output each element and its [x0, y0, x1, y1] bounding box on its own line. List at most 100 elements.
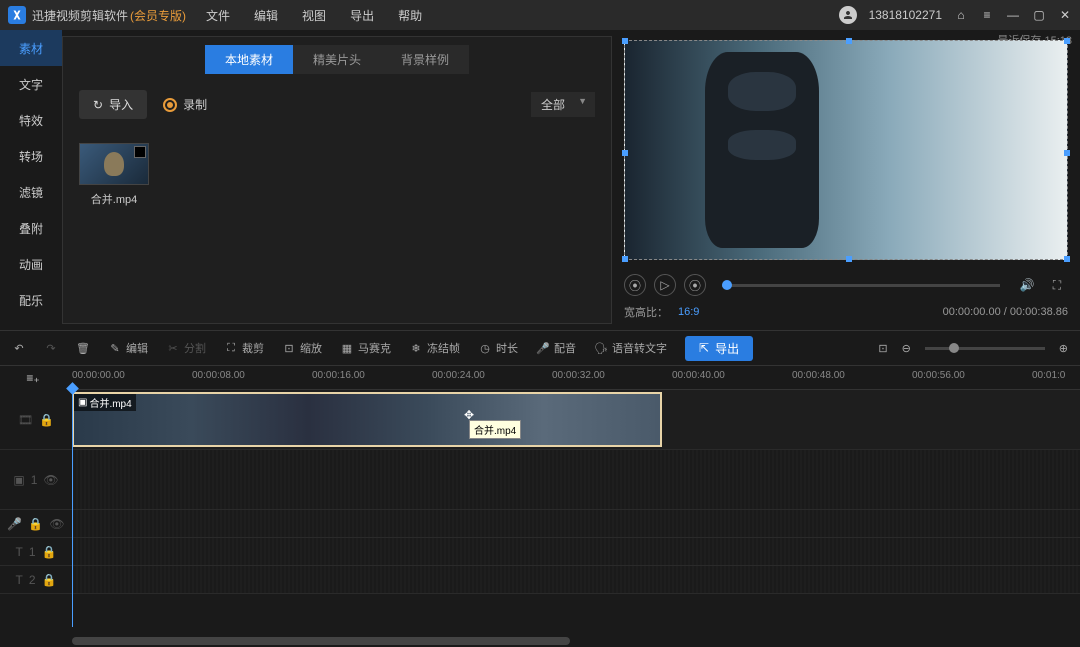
eye-icon[interactable]: 👁	[43, 473, 58, 487]
timeline-clip[interactable]: ▣合并.mp4 ✥ 合并.mp4	[72, 392, 662, 447]
video-track: 🎞🔒 ▣合并.mp4 ✥ 合并.mp4	[0, 390, 1080, 450]
film-icon: 🎞	[18, 413, 33, 427]
sidebar-item-filter[interactable]: 滤镜	[0, 174, 62, 210]
lock-icon[interactable]: 🔒	[28, 517, 43, 531]
mosaic-button[interactable]: ▦马赛克	[340, 340, 391, 356]
eye-icon[interactable]: 👁	[49, 517, 64, 531]
export-button[interactable]: ⇱导出	[685, 336, 753, 361]
prev-frame-button[interactable]: ⦿	[624, 274, 646, 296]
ruler-tick: 00:00:48.00	[792, 370, 845, 381]
minimize-button[interactable]: —	[1006, 8, 1020, 22]
maximize-button[interactable]: ▢	[1032, 8, 1046, 22]
edit-button[interactable]: ✎编辑	[108, 340, 148, 356]
record-label: 录制	[183, 96, 207, 113]
record-radio-icon	[163, 98, 177, 112]
preview-panel: ⦿ ▷ ⦿ 🔊 ⛶ 宽高比： 16:9 00:00:00.00 / 00:00:…	[612, 30, 1080, 330]
app-logo	[8, 6, 26, 24]
menu-help[interactable]: 帮助	[398, 7, 422, 24]
ratio-value[interactable]: 16:9	[678, 306, 699, 318]
timeline: ≡₊ 00:00:00.00 00:00:08.00 00:00:16.00 0…	[0, 366, 1080, 647]
user-id[interactable]: 13818102271	[869, 8, 942, 22]
record-toggle[interactable]: 录制	[163, 96, 207, 113]
preview-canvas[interactable]	[624, 40, 1068, 260]
ratio-label: 宽高比：	[624, 304, 668, 320]
import-button[interactable]: ↻ 导入	[79, 90, 147, 119]
menu-bar: 文件 编辑 视图 导出 帮助	[206, 7, 422, 24]
ruler-tick: 00:00:24.00	[432, 370, 485, 381]
text-track-1: T1🔒	[0, 538, 1080, 566]
hamburger-icon[interactable]: ≡	[980, 8, 994, 22]
ruler-tick: 00:00:00.00	[72, 370, 125, 381]
track-head-audio[interactable]: 🎤 🔒 👁	[0, 510, 72, 537]
lock-icon[interactable]: 🔒	[39, 413, 54, 427]
freeze-button[interactable]: ❄冻结帧	[409, 340, 460, 356]
lock-icon[interactable]: 🔒	[42, 573, 57, 587]
import-icon: ↻	[93, 98, 103, 112]
audio-track: 🎤 🔒 👁	[0, 510, 1080, 538]
ruler-tick: 00:00:32.00	[552, 370, 605, 381]
zoom-out-button[interactable]: ⊖	[902, 342, 911, 355]
fullscreen-icon[interactable]: ⛶	[1046, 274, 1068, 296]
lock-icon[interactable]: 🔒	[42, 545, 57, 559]
timeline-toolbar: ↶ ↷ 🗑 ✎编辑 ✂分割 ⛶裁剪 ⊡缩放 ▦马赛克 ❄冻结帧 ◷时长 🎤配音 …	[0, 330, 1080, 366]
add-track-button[interactable]: ≡₊	[20, 368, 46, 388]
menu-file[interactable]: 文件	[206, 7, 230, 24]
preview-progress[interactable]	[722, 284, 1000, 287]
track-head-text2[interactable]: T2🔒	[0, 566, 72, 593]
ruler-tick: 00:00:16.00	[312, 370, 365, 381]
next-frame-button[interactable]: ⦿	[684, 274, 706, 296]
menu-view[interactable]: 视图	[302, 7, 326, 24]
menu-export[interactable]: 导出	[350, 7, 374, 24]
play-button[interactable]: ▷	[654, 274, 676, 296]
track-head-text1[interactable]: T1🔒	[0, 538, 72, 565]
ruler-tick: 00:01:0	[1032, 370, 1065, 381]
sidebar: 素材 文字 特效 转场 滤镜 叠附 动画 配乐	[0, 30, 62, 330]
redo-button[interactable]: ↷	[44, 341, 58, 355]
delete-button[interactable]: 🗑	[76, 341, 90, 355]
ruler-tick: 00:00:08.00	[192, 370, 245, 381]
media-thumbnail	[79, 143, 149, 185]
undo-button[interactable]: ↶	[12, 341, 26, 355]
horizontal-scrollbar[interactable]	[72, 635, 1068, 647]
close-button[interactable]: ✕	[1058, 8, 1072, 22]
track-head-overlay[interactable]: ▣1👁	[0, 450, 72, 509]
media-tab-background[interactable]: 背景样例	[381, 45, 469, 74]
split-button[interactable]: ✂分割	[166, 340, 206, 356]
playhead[interactable]	[72, 390, 73, 627]
zoom-slider[interactable]	[925, 347, 1045, 350]
overlay-track: ▣1👁	[0, 450, 1080, 510]
timeline-ruler[interactable]: 00:00:00.00 00:00:08.00 00:00:16.00 00:0…	[72, 366, 1080, 390]
titlebar: 迅捷视频剪辑软件 (会员专版) 文件 编辑 视图 导出 帮助 138181022…	[0, 0, 1080, 30]
media-tab-intro[interactable]: 精美片头	[293, 45, 381, 74]
home-icon[interactable]: ⌂	[954, 8, 968, 22]
sidebar-item-media[interactable]: 素材	[0, 30, 62, 66]
layer-icon: ▣	[13, 473, 24, 487]
filter-dropdown[interactable]: 全部	[531, 92, 595, 117]
sidebar-item-effects[interactable]: 特效	[0, 102, 62, 138]
volume-icon[interactable]: 🔊	[1016, 274, 1038, 296]
sidebar-item-text[interactable]: 文字	[0, 66, 62, 102]
crop-button[interactable]: ⛶裁剪	[224, 340, 264, 356]
sidebar-item-music[interactable]: 配乐	[0, 282, 62, 318]
text-icon: T	[16, 573, 23, 587]
fit-button[interactable]: ⊡	[878, 342, 887, 355]
stt-button[interactable]: 🗣语音转文字	[594, 340, 667, 356]
media-item[interactable]: 合并.mp4	[79, 143, 149, 207]
media-tab-local[interactable]: 本地素材	[205, 45, 293, 74]
media-item-name: 合并.mp4	[79, 191, 149, 207]
dub-button[interactable]: 🎤配音	[536, 340, 576, 356]
text-track-2: T2🔒	[0, 566, 1080, 594]
media-panel: 本地素材 精美片头 背景样例 ↻ 导入 录制 全部 合并.mp4	[62, 36, 612, 324]
user-avatar-icon[interactable]	[839, 6, 857, 24]
sidebar-item-animation[interactable]: 动画	[0, 246, 62, 282]
zoom-in-button[interactable]: ⊕	[1059, 342, 1068, 355]
track-head-video[interactable]: 🎞🔒	[0, 390, 72, 449]
mic-icon: 🎤	[7, 517, 22, 531]
duration-button[interactable]: ◷时长	[478, 340, 518, 356]
clip-label: ▣合并.mp4	[74, 394, 136, 411]
sidebar-item-transition[interactable]: 转场	[0, 138, 62, 174]
menu-edit[interactable]: 编辑	[254, 7, 278, 24]
clip-tooltip: 合并.mp4	[469, 420, 521, 439]
sidebar-item-overlay[interactable]: 叠附	[0, 210, 62, 246]
scale-button[interactable]: ⊡缩放	[282, 340, 322, 356]
